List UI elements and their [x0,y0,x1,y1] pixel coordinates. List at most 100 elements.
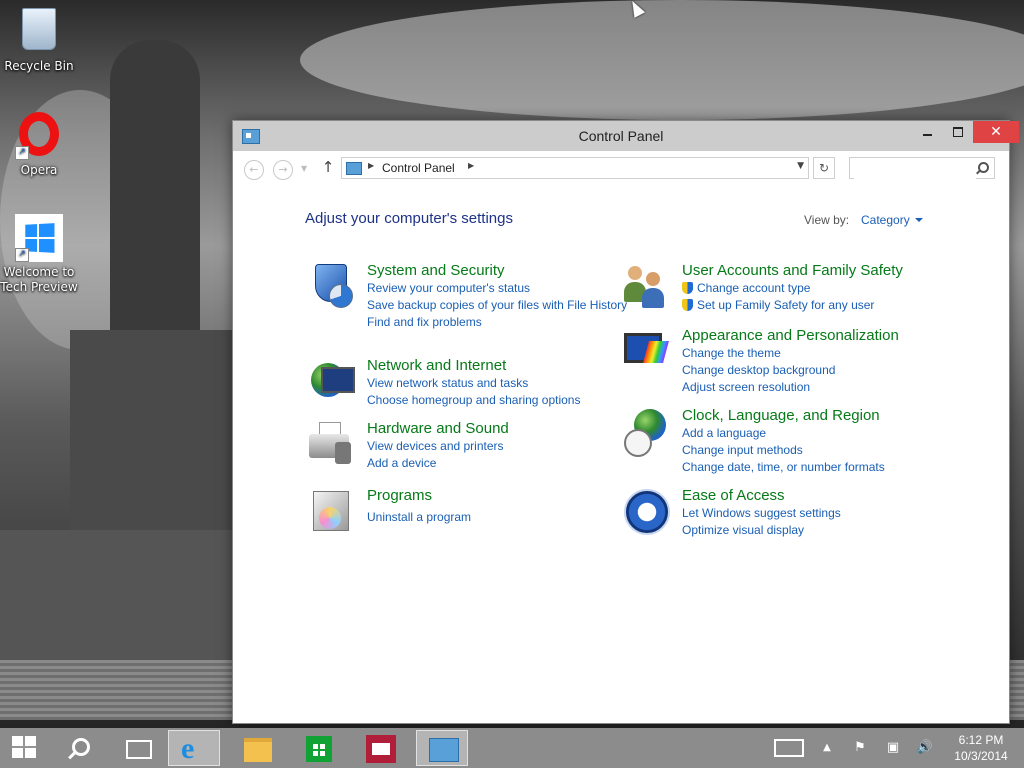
printer-icon[interactable] [307,420,353,466]
category-hardware-sound: Hardware and Sound View devices and prin… [309,420,657,472]
system-clock[interactable]: 6:12 PM 10/3/2014 [948,732,1014,764]
show-hidden-icons-chevron-icon[interactable]: ▲ [820,728,834,768]
breadcrumb-separator-icon[interactable]: ▶ [368,161,374,170]
control-panel-window: Control Panel ✕ ← → ▼ ↑ ▶ Control Panel … [232,120,1019,724]
search-button[interactable] [56,730,108,766]
category-link[interactable]: Change desktop background [682,362,972,379]
minimize-button[interactable] [913,121,943,143]
category-system-security: System and Security Review your computer… [315,262,657,331]
category-network-internet: Network and Internet View network status… [311,357,657,409]
store-icon [306,736,332,762]
category-link[interactable]: Uninstall a program [367,509,657,526]
volume-icon[interactable]: 🔊 [916,728,934,768]
chevron-down-icon[interactable] [915,218,923,222]
taskbar-control-panel[interactable] [416,730,468,766]
programs-icon[interactable] [307,487,353,533]
category-title[interactable]: Programs [367,487,657,505]
recycle-bin-desktop-icon[interactable]: Recycle Bin [0,6,78,74]
opera-desktop-icon[interactable]: ↗ Opera [0,112,78,178]
address-bar[interactable]: ▶ Control Panel ▶ ▼ [341,157,809,179]
desktop-icon-label: Recycle Bin [4,59,74,73]
shield-icon[interactable] [307,262,353,308]
internet-explorer-icon: e [181,732,195,765]
category-link[interactable]: Adjust screen resolution [682,379,972,396]
up-button[interactable]: ↑ [319,158,337,178]
search-input[interactable] [854,159,976,179]
category-link[interactable]: Change the theme [682,345,972,362]
category-link[interactable]: Add a device [367,455,657,472]
category-title[interactable]: Clock, Language, and Region [682,407,972,425]
recent-locations-chevron-icon[interactable]: ▼ [301,160,307,178]
category-link[interactable]: View devices and printers [367,438,657,455]
category-title[interactable]: User Accounts and Family Safety [682,262,972,280]
category-link[interactable]: View network status and tasks [367,375,657,392]
view-by-label: View by: [804,213,850,227]
control-panel-content: Adjust your computer's settings View by:… [233,188,1009,723]
taskbar-news[interactable] [356,730,408,766]
page-title: Adjust your computer's settings [305,210,513,227]
category-link[interactable]: Optimize visual display [682,522,972,539]
breadcrumb-separator-icon[interactable]: ▶ [468,161,474,170]
uac-shield-icon [682,282,693,294]
wallpaper-fort [0,530,240,660]
touch-keyboard-icon[interactable] [774,728,804,768]
uac-shield-icon [682,299,693,311]
taskbar-file-explorer[interactable] [232,730,284,766]
address-dropdown-chevron-icon[interactable]: ▼ [797,161,804,171]
taskbar-store[interactable] [294,730,346,766]
category-title[interactable]: Hardware and Sound [367,420,657,438]
opera-icon: ↗ [15,112,63,160]
clock-globe-icon[interactable] [622,407,668,457]
search-icon [72,738,90,756]
category-link[interactable]: Let Windows suggest settings [682,505,972,522]
category-title[interactable]: Ease of Access [682,487,972,505]
category-link[interactable]: Find and fix problems [367,314,657,331]
control-panel-icon [346,162,362,175]
refresh-button[interactable]: ↻ [813,157,835,179]
taskbar: e ▲ ⚑ ▣ 🔊 6:12 PM 10/3/2014 [0,728,1024,768]
category-link[interactable]: Change date, time, or number formats [682,459,972,476]
start-icon [12,736,36,758]
users-icon[interactable] [622,262,668,308]
title-bar[interactable]: Control Panel ✕ [233,121,1019,151]
taskbar-internet-explorer[interactable]: e [168,730,220,766]
category-appearance: Appearance and Personalization Change th… [624,327,972,396]
search-box[interactable] [849,157,995,179]
breadcrumb-control-panel[interactable]: Control Panel [382,161,455,175]
search-icon[interactable] [978,162,989,173]
category-title[interactable]: Appearance and Personalization [682,327,972,345]
clock-time: 6:12 PM [958,733,1004,747]
start-button[interactable] [0,728,48,768]
category-link-text[interactable]: Change account type [697,281,810,295]
forward-button[interactable]: → [273,160,293,180]
category-link[interactable]: Choose homegroup and sharing options [367,392,657,409]
category-title[interactable]: Network and Internet [367,357,657,375]
welcome-tech-preview-desktop-icon[interactable]: ↗ Welcome to Tech Preview [0,214,78,295]
navigation-bar: ← → ▼ ↑ ▶ Control Panel ▶ ▼ ↻ [233,151,1009,188]
category-link[interactable]: Change input methods [682,442,972,459]
task-view-button[interactable] [112,730,164,766]
windows-logo-icon: ↗ [15,214,63,262]
close-button[interactable]: ✕ [973,121,1019,143]
category-link-text[interactable]: Set up Family Safety for any user [697,298,874,312]
clock-date: 10/3/2014 [954,749,1008,763]
action-center-flag-icon[interactable]: ⚑ [852,728,868,768]
network-icon[interactable] [307,357,355,403]
category-link[interactable]: Add a language [682,425,972,442]
category-link[interactable]: Save backup copies of your files with Fi… [367,297,657,314]
category-link-admin[interactable]: Set up Family Safety for any user [682,297,972,314]
ease-of-access-icon[interactable] [622,487,670,535]
view-by-dropdown[interactable]: Category [861,213,910,227]
category-ease-of-access: Ease of Access Let Windows suggest setti… [624,487,972,539]
back-button[interactable]: ← [244,160,264,180]
category-link-admin[interactable]: Change account type [682,280,972,297]
category-user-accounts: User Accounts and Family Safety Change a… [624,262,972,314]
network-status-icon[interactable]: ▣ [884,728,902,768]
maximize-button[interactable] [943,121,973,143]
appearance-icon[interactable] [622,327,669,373]
category-link[interactable]: Review your computer's status [367,280,657,297]
desktop-icon-label: Opera [20,163,58,177]
category-title[interactable]: System and Security [367,262,657,280]
desktop-icon-label: Welcome to Tech Preview [0,265,78,294]
wallpaper-pedestal [70,330,240,530]
